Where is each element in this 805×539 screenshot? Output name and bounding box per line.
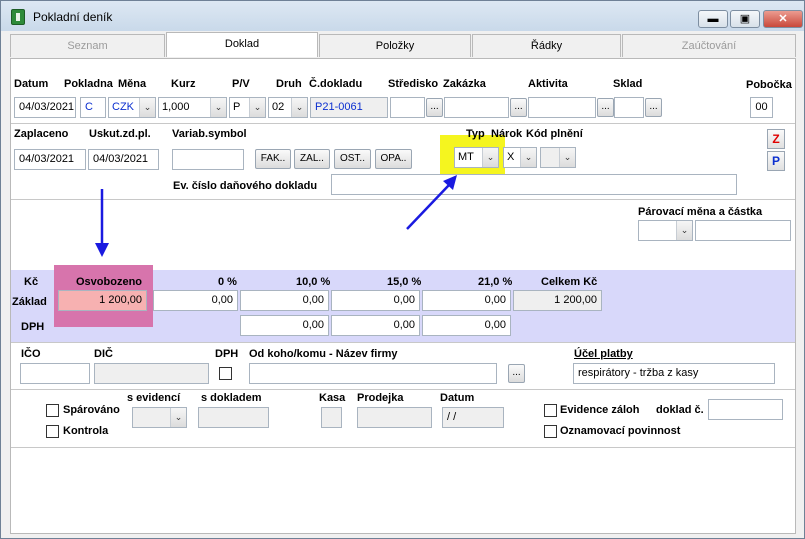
tab-radky[interactable]: Řádky xyxy=(472,34,621,57)
tab-bar: Seznam Doklad Položky Řádky Zaúčtování xyxy=(10,32,796,58)
minimize-button[interactable]: ▬ xyxy=(698,10,728,28)
doklad-panel: Datum Pokladna Měna Kurz P/V Druh Č.dokl… xyxy=(10,58,796,534)
tab-polozky[interactable]: Položky xyxy=(319,34,471,57)
tab-zauctovani[interactable]: Zaúčtování xyxy=(622,34,796,57)
arrow-down-icon xyxy=(95,189,109,257)
tab-doklad[interactable]: Doklad xyxy=(166,32,318,57)
annotation-arrows xyxy=(95,175,457,257)
title-bar: Pokladní deník ▬ ▣ ✕ xyxy=(1,1,804,31)
maximize-button[interactable]: ▣ xyxy=(730,10,760,28)
pokladni-denik-window: Pokladní deník ▬ ▣ ✕ Seznam Doklad Polož… xyxy=(0,0,805,539)
close-button[interactable]: ✕ xyxy=(763,10,803,28)
arrow-up-right-icon xyxy=(406,175,457,230)
tab-seznam[interactable]: Seznam xyxy=(10,34,165,57)
app-icon xyxy=(11,9,25,25)
window-title: Pokladní deník xyxy=(33,10,113,24)
